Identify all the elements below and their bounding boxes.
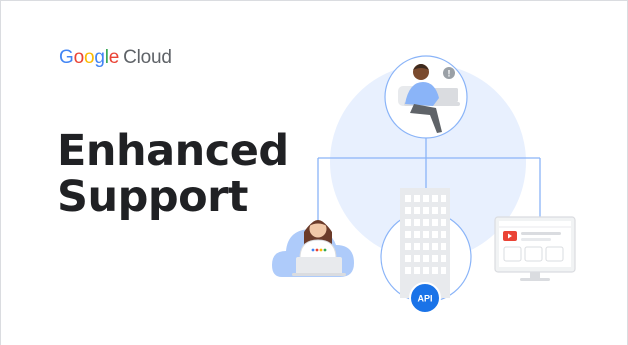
alert-glyph: ! (448, 69, 451, 79)
monitor-node (494, 216, 576, 281)
support-agent-node (272, 220, 354, 277)
api-badge-label: API (417, 294, 432, 304)
laptop-icon (296, 257, 342, 275)
top-person-node: ! (384, 55, 468, 139)
support-illustration: ! API (272, 55, 576, 314)
